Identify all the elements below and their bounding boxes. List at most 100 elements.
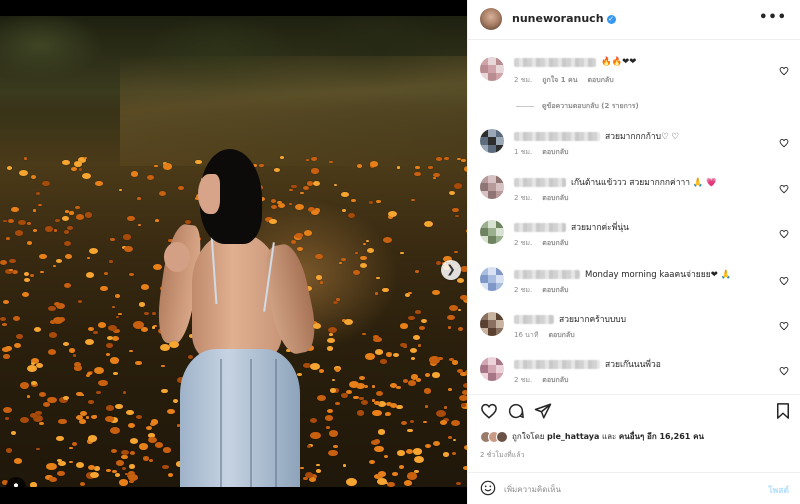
blurred-username[interactable] bbox=[514, 222, 566, 232]
reply-button[interactable]: ตอบกลับ bbox=[542, 376, 568, 384]
comment-meta: 2 ชม. ตอบกลับ bbox=[514, 238, 578, 249]
post-photo[interactable]: ❯ bbox=[0, 16, 467, 487]
comment-meta: 2 ชม. ตอบกลับ bbox=[514, 193, 578, 204]
comment-like-heart-icon[interactable] bbox=[779, 316, 789, 331]
photo-flower bbox=[341, 191, 349, 198]
photo-flower bbox=[122, 391, 127, 394]
post-timestamp[interactable]: 2 ชั่วโมงที่แล้ว bbox=[480, 450, 525, 461]
photo-flower bbox=[47, 349, 56, 355]
photo-flower bbox=[22, 292, 30, 298]
photo-flower bbox=[3, 220, 7, 223]
photo-flower bbox=[23, 272, 29, 276]
photo-flower bbox=[75, 462, 85, 469]
comment-likes[interactable]: ถูกใจ 1 คน bbox=[542, 76, 577, 84]
photo-flower bbox=[360, 255, 368, 261]
comment-time[interactable]: 2 ชม. bbox=[514, 286, 532, 294]
photo-flower bbox=[98, 379, 108, 387]
comment-item: สวยมากกกก้าบ♡ ♡ 1 ชม. ตอบกลับ bbox=[468, 125, 800, 169]
blurred-username[interactable] bbox=[514, 57, 596, 67]
comments-list[interactable]: ดูข้อความตอบกลับ (2 รายการ) 🔥🔥❤❤ 2 ชม. ถูก… bbox=[468, 41, 800, 394]
blurred-username[interactable] bbox=[514, 359, 600, 369]
comment-like-heart-icon[interactable] bbox=[779, 179, 789, 194]
comment-bubble-icon[interactable] bbox=[507, 402, 525, 420]
comment-like-heart-icon[interactable] bbox=[779, 361, 789, 376]
post-comment-button[interactable]: โพสต์ bbox=[768, 483, 789, 497]
photo-flower bbox=[6, 165, 13, 170]
photo-flower bbox=[10, 431, 16, 435]
comment-time[interactable]: 2 ชม. bbox=[514, 376, 532, 384]
comment-time[interactable]: 1 ชม. bbox=[514, 148, 532, 156]
avatar[interactable] bbox=[480, 129, 504, 153]
photo-flower bbox=[387, 210, 397, 217]
photo-flower bbox=[432, 372, 440, 378]
photo-flower bbox=[335, 401, 340, 405]
avatar[interactable] bbox=[480, 267, 504, 291]
avatar[interactable] bbox=[480, 357, 504, 381]
reply-button[interactable]: ตอบกลับ bbox=[542, 194, 568, 202]
photo-flower bbox=[364, 385, 369, 389]
likes-summary[interactable]: ถูกใจโดย ple_hattaya และ คนอื่นๆ อีก 16,… bbox=[480, 430, 704, 443]
photo-flower bbox=[123, 234, 131, 240]
photo-flower bbox=[406, 472, 417, 480]
photo-flower bbox=[88, 400, 94, 404]
comment-time[interactable]: 2 ชม. bbox=[514, 239, 532, 247]
avatar[interactable] bbox=[480, 8, 502, 30]
photo-flower bbox=[368, 459, 375, 464]
comment-time[interactable]: 2 ชม. bbox=[514, 76, 532, 84]
reply-button[interactable]: ตอบกลับ bbox=[542, 148, 568, 156]
view-replies-link[interactable]: ดูข้อความตอบกลับ (2 รายการ) bbox=[516, 101, 639, 112]
tagged-users-button[interactable] bbox=[6, 477, 26, 487]
comment-like-heart-icon[interactable] bbox=[779, 271, 789, 286]
comment-time[interactable]: 16 นาที bbox=[514, 331, 538, 339]
save-bookmark-icon[interactable] bbox=[774, 402, 792, 420]
reply-button[interactable]: ตอบกลับ bbox=[588, 76, 614, 84]
photo-flower bbox=[39, 421, 45, 426]
avatar[interactable] bbox=[480, 57, 504, 81]
photo-flower bbox=[423, 221, 433, 228]
photo-flower bbox=[346, 389, 353, 395]
photo-flower bbox=[138, 224, 142, 227]
comment-time[interactable]: 2 ชม. bbox=[514, 194, 532, 202]
photo-flower bbox=[452, 360, 458, 365]
comment-item: 🔥🔥❤❤ 2 ชม. ถูกใจ 1 คน ตอบกลับ bbox=[468, 53, 800, 97]
more-options-icon[interactable]: ••• bbox=[759, 10, 787, 25]
photo-flower bbox=[30, 175, 37, 179]
photo-flower bbox=[111, 305, 116, 309]
photo-flower bbox=[0, 317, 6, 322]
blurred-username[interactable] bbox=[514, 177, 566, 187]
avatar[interactable] bbox=[480, 175, 504, 199]
comment-like-heart-icon[interactable] bbox=[779, 61, 789, 76]
blurred-username[interactable] bbox=[514, 131, 600, 141]
photo-flower bbox=[33, 326, 42, 333]
blurred-username[interactable] bbox=[514, 314, 554, 324]
view-replies-label[interactable]: ดูข้อความตอบกลับ (2 รายการ) bbox=[542, 101, 639, 112]
reply-button[interactable]: ตอบกลับ bbox=[548, 331, 574, 339]
photo-flower bbox=[105, 343, 113, 348]
reply-button[interactable]: ตอบกลับ bbox=[542, 239, 568, 247]
username-link[interactable]: nuneworanuch ✓ bbox=[512, 12, 616, 25]
photo-flower bbox=[106, 468, 112, 473]
photo-flower bbox=[432, 440, 441, 447]
comment-text-line: สวยเก๊นนนพี่วอ bbox=[514, 357, 661, 371]
photo-flower bbox=[113, 371, 119, 376]
share-paper-plane-icon[interactable] bbox=[534, 402, 552, 420]
avatar[interactable] bbox=[480, 220, 504, 244]
reply-button[interactable]: ตอบกลับ bbox=[542, 286, 568, 294]
emoji-smile-icon[interactable] bbox=[480, 480, 496, 496]
photo-flower bbox=[458, 308, 462, 312]
likes-user-link[interactable]: ple_hattaya bbox=[547, 432, 599, 441]
username-text[interactable]: nuneworanuch bbox=[512, 12, 604, 25]
blurred-username[interactable] bbox=[514, 269, 580, 279]
like-heart-icon[interactable] bbox=[480, 402, 498, 420]
photo-flower bbox=[328, 449, 338, 456]
photo-flower bbox=[5, 346, 12, 351]
comment-text-line: สวยมากคร้าบบบบ bbox=[514, 312, 626, 326]
comment-like-heart-icon[interactable] bbox=[779, 133, 789, 148]
avatar[interactable] bbox=[480, 312, 504, 336]
comment-like-heart-icon[interactable] bbox=[779, 224, 789, 239]
photo-flower bbox=[142, 456, 150, 462]
comment-input[interactable] bbox=[504, 480, 744, 498]
likes-others-link[interactable]: คนอื่นๆ อีก 16,261 คน bbox=[619, 432, 704, 441]
photo-flower bbox=[3, 354, 10, 359]
carousel-next-button[interactable]: ❯ bbox=[441, 260, 461, 280]
